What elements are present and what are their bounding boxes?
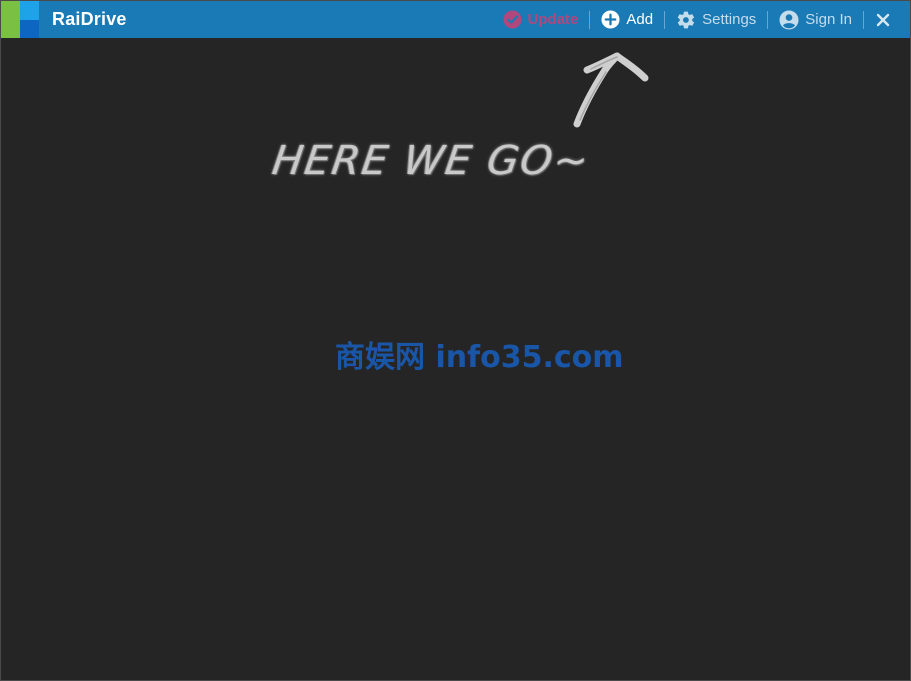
update-label: Update (527, 11, 579, 28)
title-bar: RaiDrive Update Add Settings Sign In (1, 1, 910, 38)
sign-in-label: Sign In (805, 11, 852, 28)
app-title: RaiDrive (52, 9, 127, 29)
plus-circle-icon (601, 10, 620, 29)
update-button[interactable]: Update (492, 1, 590, 38)
watermark-text: 商娱网 info35.com (335, 340, 624, 375)
app-window: RaiDrive Update Add Settings Sign In HER… (0, 0, 911, 681)
close-button[interactable] (864, 1, 910, 38)
hint-text: HERE WE GO~ (269, 138, 593, 184)
add-label: Add (626, 11, 654, 28)
close-icon (876, 13, 890, 26)
gear-icon (677, 11, 695, 28)
arrow-up-icon (573, 52, 649, 128)
raidrive-logo-icon (1, 1, 39, 38)
add-button[interactable]: Add (590, 1, 664, 38)
sign-in-button[interactable]: Sign In (768, 1, 863, 38)
user-circle-icon (779, 10, 799, 29)
check-circle-icon (503, 10, 522, 29)
toolbar: Update Add Settings Sign In (492, 1, 910, 38)
main-content: HERE WE GO~ 商娱网 info35.com (1, 38, 910, 680)
settings-label: Settings (702, 11, 757, 28)
settings-button[interactable]: Settings (665, 1, 767, 38)
